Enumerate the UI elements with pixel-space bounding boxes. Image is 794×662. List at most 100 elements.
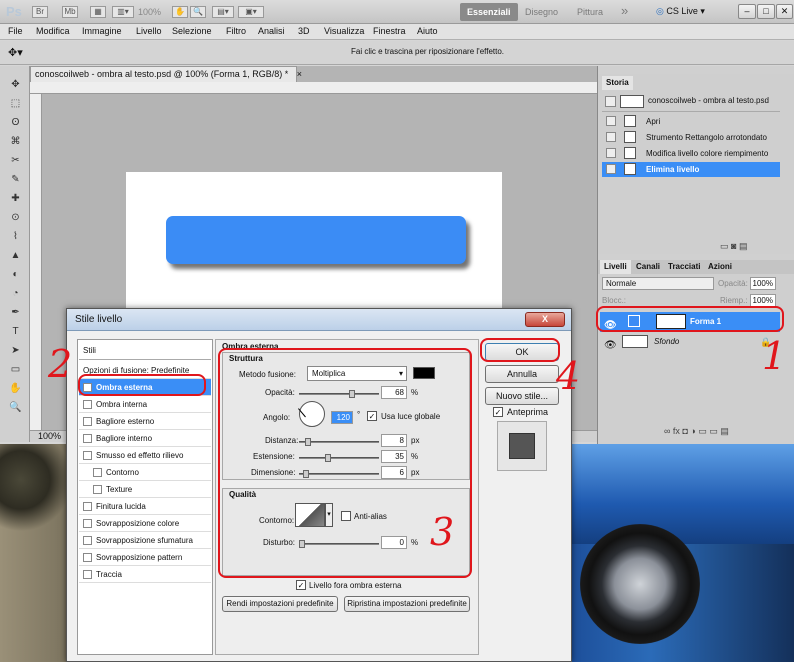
arrange-icon[interactable]: ▤▾ bbox=[212, 6, 234, 18]
more-workspaces-icon[interactable]: » bbox=[614, 3, 635, 21]
eraser-tool-icon[interactable]: ◐ bbox=[8, 268, 23, 281]
path-select-tool-icon[interactable]: ➤ bbox=[8, 344, 23, 357]
new-style-button[interactable]: Nuovo stile... bbox=[485, 387, 559, 405]
type-tool-icon[interactable]: T bbox=[8, 325, 23, 338]
cs-live-button[interactable]: ◎ CS Live ▾ bbox=[656, 6, 705, 17]
history-brush-icon[interactable] bbox=[606, 148, 616, 158]
menu-filtro[interactable]: Filtro bbox=[226, 26, 246, 36]
eyedropper-tool-icon[interactable]: ✎ bbox=[8, 173, 23, 186]
close-button[interactable]: ✕ bbox=[776, 4, 793, 19]
history-brush-icon[interactable] bbox=[606, 116, 616, 126]
crop-tool-icon[interactable]: ✂ bbox=[8, 154, 23, 167]
style-item[interactable]: Ombra interna bbox=[79, 396, 211, 413]
style-checkbox[interactable] bbox=[83, 570, 92, 579]
stamp-tool-icon[interactable]: ⌇ bbox=[8, 230, 23, 243]
dialog-titlebar[interactable]: Stile livello X bbox=[67, 309, 571, 331]
document-zoom[interactable]: 100% bbox=[38, 431, 61, 441]
new-document-icon[interactable]: ▭ bbox=[720, 241, 731, 251]
cancel-button[interactable]: Annulla bbox=[485, 365, 559, 383]
history-item[interactable]: Apri bbox=[602, 114, 780, 129]
style-item[interactable]: Contorno bbox=[79, 464, 211, 481]
history-brush-tool-icon[interactable]: ▲ bbox=[8, 249, 23, 262]
style-item[interactable]: Bagliore esterno bbox=[79, 413, 211, 430]
marquee-tool-icon[interactable]: ⬚ bbox=[8, 97, 23, 110]
menu-finestra[interactable]: Finestra bbox=[373, 26, 406, 36]
style-item[interactable]: Sovrapposizione sfumatura bbox=[79, 532, 211, 549]
brush-tool-icon[interactable]: ⊙ bbox=[8, 211, 23, 224]
tab-azioni[interactable]: Azioni bbox=[704, 260, 736, 274]
camera-icon[interactable]: ◙ bbox=[731, 241, 739, 251]
menu-3d[interactable]: 3D bbox=[298, 26, 310, 36]
screen-mode-icon[interactable]: ▣▾ bbox=[238, 6, 264, 18]
preview-checkbox[interactable]: ✓ bbox=[493, 407, 503, 417]
menu-livello[interactable]: Livello bbox=[136, 26, 162, 36]
style-checkbox[interactable] bbox=[83, 451, 92, 460]
menu-selezione[interactable]: Selezione bbox=[172, 26, 212, 36]
style-checkbox[interactable] bbox=[83, 417, 92, 426]
lasso-tool-icon[interactable]: ʘ bbox=[8, 116, 23, 129]
menu-visualizza[interactable]: Visualizza bbox=[324, 26, 364, 36]
history-brush-icon[interactable] bbox=[606, 132, 616, 142]
visibility-eye-icon[interactable]: 👁 bbox=[604, 336, 617, 356]
menu-modifica[interactable]: Modifica bbox=[36, 26, 70, 36]
history-snapshot[interactable]: conoscoilweb - ombra al testo.psd bbox=[602, 92, 780, 112]
pen-tool-icon[interactable]: ✒ bbox=[8, 306, 23, 319]
blend-mode-select[interactable]: Normale bbox=[602, 277, 714, 290]
trash-icon[interactable]: ▤ bbox=[739, 241, 748, 251]
trash-icon[interactable]: ▤ bbox=[720, 426, 729, 436]
fx-icon[interactable]: fx bbox=[673, 426, 683, 436]
style-checkbox[interactable] bbox=[93, 468, 102, 477]
menu-aiuto[interactable]: Aiuto bbox=[417, 26, 438, 36]
layer-sfondo[interactable]: 👁 Sfondo 🔒 bbox=[600, 332, 780, 352]
style-checkbox[interactable] bbox=[93, 485, 102, 494]
style-checkbox[interactable] bbox=[83, 553, 92, 562]
style-checkbox[interactable] bbox=[83, 536, 92, 545]
history-brush-icon[interactable] bbox=[606, 164, 616, 174]
workspace-essenziali[interactable]: Essenziali bbox=[460, 3, 518, 21]
style-item[interactable]: Sovrapposizione pattern bbox=[79, 549, 211, 566]
workspace-disegno[interactable]: Disegno bbox=[518, 3, 565, 21]
new-layer-icon[interactable]: ▭ bbox=[709, 426, 720, 436]
document-tab[interactable]: conoscoilweb - ombra al testo.psd @ 100%… bbox=[30, 66, 302, 82]
link-icon[interactable]: ∞ bbox=[664, 426, 673, 436]
style-item[interactable]: Traccia bbox=[79, 566, 211, 583]
view-extras-icon[interactable]: ▥▾ bbox=[112, 6, 134, 18]
menu-immagine[interactable]: Immagine bbox=[82, 26, 122, 36]
minimize-button[interactable]: – bbox=[738, 4, 756, 19]
style-item[interactable]: Stili bbox=[79, 342, 211, 360]
tab-canali[interactable]: Canali bbox=[632, 260, 664, 274]
style-checkbox[interactable] bbox=[83, 400, 92, 409]
knockout-checkbox[interactable]: ✓ bbox=[296, 580, 306, 590]
rounded-rectangle-shape[interactable] bbox=[166, 216, 466, 264]
dialog-close-button[interactable]: X bbox=[525, 312, 565, 327]
zoom-select[interactable]: 100% bbox=[138, 7, 161, 17]
move-tool-icon[interactable]: ✥▾ bbox=[8, 46, 23, 59]
history-item[interactable]: Modifica livello colore riempimento bbox=[602, 146, 780, 161]
layer-opacity-input[interactable]: 100% bbox=[750, 277, 776, 290]
menu-file[interactable]: File bbox=[8, 26, 23, 36]
make-default-button[interactable]: Rendi impostazioni predefinite bbox=[222, 596, 338, 612]
style-item[interactable]: Bagliore interno bbox=[79, 430, 211, 447]
style-checkbox[interactable] bbox=[83, 434, 92, 443]
hand-tool-icon[interactable]: ✋ bbox=[172, 6, 188, 18]
workspace-pittura[interactable]: Pittura bbox=[570, 3, 610, 21]
history-item[interactable]: Elimina livello bbox=[602, 162, 780, 177]
reset-default-button[interactable]: Ripristina impostazioni predefinite bbox=[344, 596, 470, 612]
snapshot-brush-icon[interactable] bbox=[605, 96, 616, 107]
shape-tool-icon[interactable]: ▭ bbox=[8, 363, 23, 376]
menu-analisi[interactable]: Analisi bbox=[258, 26, 285, 36]
folder-icon[interactable]: ▭ bbox=[698, 426, 709, 436]
zoom-tool-icon[interactable]: 🔍 bbox=[8, 401, 23, 414]
maximize-button[interactable]: □ bbox=[757, 4, 775, 19]
style-item[interactable]: Finitura lucida bbox=[79, 498, 211, 515]
close-tab-icon[interactable]: × bbox=[297, 69, 302, 79]
history-item[interactable]: Strumento Rettangolo arrotondato bbox=[602, 130, 780, 145]
style-item[interactable]: Smusso ed effetto rilievo bbox=[79, 447, 211, 464]
quick-select-tool-icon[interactable]: ⌘ bbox=[8, 135, 23, 148]
style-item[interactable]: Texture bbox=[79, 481, 211, 498]
bridge-icon[interactable]: Br bbox=[32, 6, 48, 18]
style-item[interactable]: Sovrapposizione colore bbox=[79, 515, 211, 532]
hand-tool-icon[interactable]: ✋ bbox=[8, 382, 23, 395]
healing-tool-icon[interactable]: ✚ bbox=[8, 192, 23, 205]
tab-storia[interactable]: Storia bbox=[602, 76, 633, 90]
